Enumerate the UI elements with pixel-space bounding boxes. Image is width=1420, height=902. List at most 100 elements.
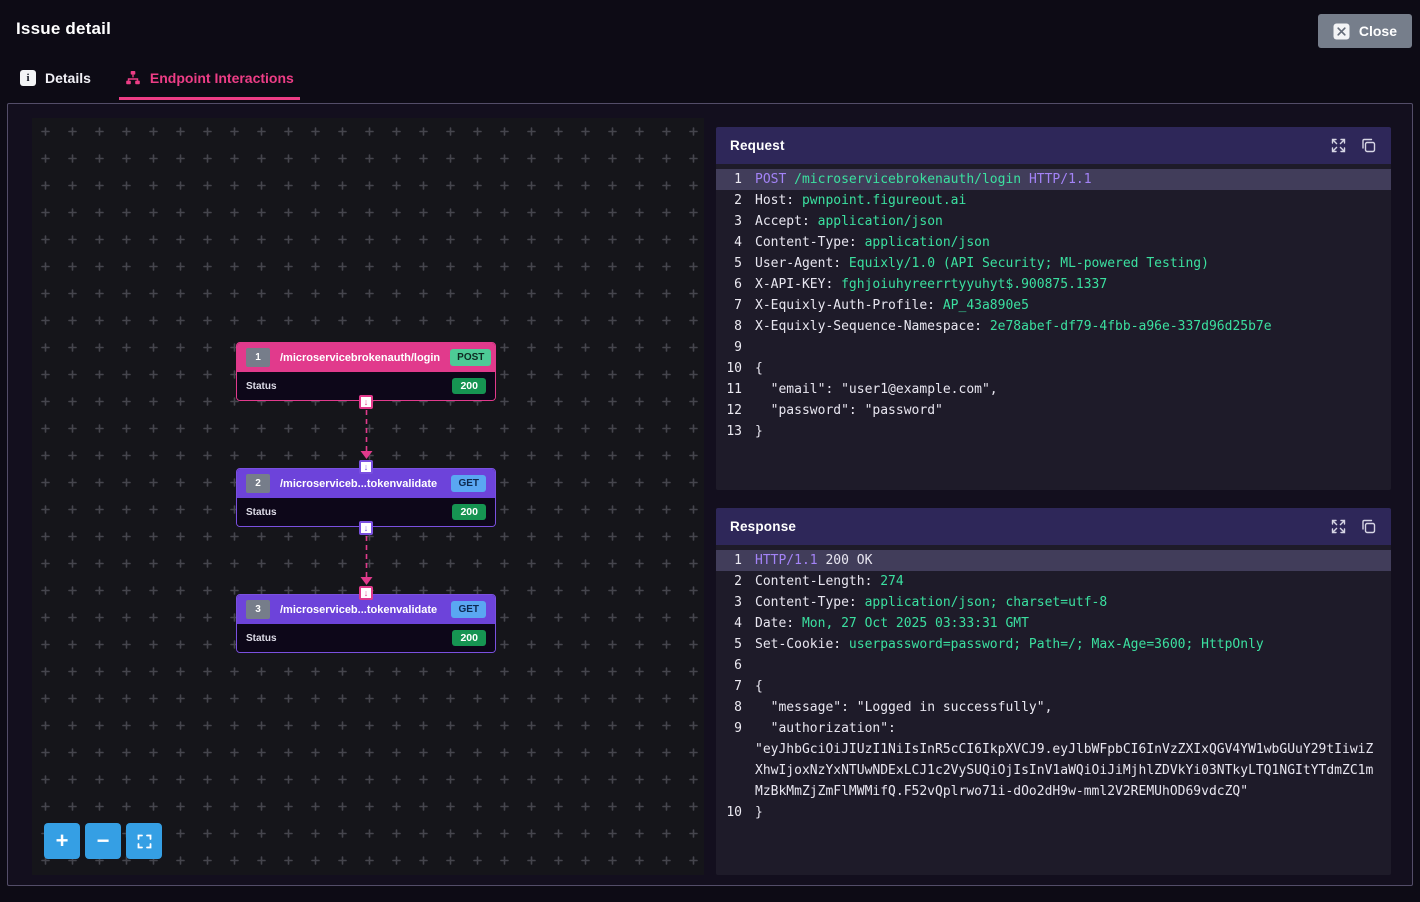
page-title: Issue detail [16, 19, 111, 39]
sitemap-icon [125, 70, 141, 86]
node-header: 1 /microservicebrokenauth/login POST [237, 343, 495, 372]
line-number: 3 [716, 211, 742, 232]
response-code: 1HTTP/1.1 200 OK2Content-Length: 2743Con… [716, 545, 1391, 875]
line-number: 9 [716, 718, 742, 802]
status-label: Status [246, 633, 277, 644]
code-line: 10{ [716, 358, 1391, 379]
line-number: 6 [716, 655, 742, 676]
line-number: 8 [716, 697, 742, 718]
target-handle[interactable]: ↓ [359, 460, 373, 474]
close-button[interactable]: Close [1318, 14, 1412, 48]
method-badge: GET [451, 601, 486, 618]
request-panel-header: Request [716, 127, 1391, 164]
code-line: 7X-Equixly-Auth-Profile: AP_43a890e5 [716, 295, 1391, 316]
request-panel: Request 1POST /microservicebrokenauth/lo… [716, 127, 1391, 490]
line-content [742, 337, 1391, 358]
code-line: 4Content-Type: application/json [716, 232, 1391, 253]
request-code: 1POST /microservicebrokenauth/login HTTP… [716, 164, 1391, 490]
line-number: 7 [716, 295, 742, 316]
line-number: 6 [716, 274, 742, 295]
close-icon [1333, 23, 1350, 40]
node-path: /microservicebrokenauth/login [280, 352, 440, 364]
zoom-out-button[interactable]: − [85, 823, 121, 859]
code-line: 1HTTP/1.1 200 OK [716, 550, 1391, 571]
line-content: Content-Type: application/json; charset=… [742, 592, 1391, 613]
status-label: Status [246, 381, 277, 392]
line-content: Host: pwnpoint.figureout.ai [742, 190, 1391, 211]
line-number: 10 [716, 802, 742, 823]
code-line: 3Content-Type: application/json; charset… [716, 592, 1391, 613]
target-handle[interactable]: ↓ [359, 586, 373, 600]
code-line: 1POST /microservicebrokenauth/login HTTP… [716, 169, 1391, 190]
line-number: 10 [716, 358, 742, 379]
line-content: X-Equixly-Auth-Profile: AP_43a890e5 [742, 295, 1391, 316]
copy-icon [1360, 137, 1377, 154]
line-content: { [742, 676, 1391, 697]
line-number: 2 [716, 190, 742, 211]
status-code-badge: 200 [452, 378, 486, 394]
line-content: Accept: application/json [742, 211, 1391, 232]
code-line: 2Host: pwnpoint.figureout.ai [716, 190, 1391, 211]
line-content [742, 655, 1391, 676]
line-content: "message": "Logged in successfully", [742, 697, 1391, 718]
flow-controls: + − [44, 823, 162, 859]
node-number-badge: 3 [246, 600, 270, 619]
line-content: X-Equixly-Sequence-Namespace: 2e78abef-d… [742, 316, 1391, 337]
arrow-down-icon: ↓ [364, 524, 369, 533]
node-body: Status 200 [237, 624, 495, 652]
flow-node-tokenvalidate-2[interactable]: 3 /microserviceb...tokenvalidate GET Sta… [236, 594, 496, 653]
minus-icon: − [97, 828, 110, 854]
copy-icon [1360, 518, 1377, 535]
node-path: /microserviceb...tokenvalidate [280, 604, 441, 616]
zoom-in-button[interactable]: + [44, 823, 80, 859]
method-badge: GET [451, 475, 486, 492]
line-number: 13 [716, 421, 742, 442]
line-number: 8 [716, 316, 742, 337]
line-number: 12 [716, 400, 742, 421]
code-line: 7{ [716, 676, 1391, 697]
line-content: X-API-KEY: fghjoiuhyreerrtyyuhyt$.900875… [742, 274, 1391, 295]
expand-request-button[interactable] [1330, 137, 1347, 154]
tab-details[interactable]: i Details [14, 66, 97, 100]
fit-view-icon [136, 833, 153, 850]
request-title: Request [730, 138, 785, 153]
line-number: 3 [716, 592, 742, 613]
code-line: 2Content-Length: 274 [716, 571, 1391, 592]
line-number: 1 [716, 550, 742, 571]
expand-response-button[interactable] [1330, 518, 1347, 535]
flow-node-tokenvalidate-1[interactable]: 2 /microserviceb...tokenvalidate GET Sta… [236, 468, 496, 527]
line-number: 2 [716, 571, 742, 592]
source-handle[interactable]: ↓ [359, 521, 373, 535]
code-line: 8 "message": "Logged in successfully", [716, 697, 1391, 718]
line-content: } [742, 802, 1391, 823]
line-content: Set-Cookie: userpassword=password; Path=… [742, 634, 1391, 655]
code-line: 12 "password": "password" [716, 400, 1391, 421]
expand-icon [1330, 137, 1347, 154]
code-line: 9 "authorization": "eyJhbGciOiJIUzI1NiIs… [716, 718, 1391, 802]
node-number-badge: 1 [246, 348, 270, 367]
line-content: "authorization": "eyJhbGciOiJIUzI1NiIsIn… [742, 718, 1391, 802]
tab-endpoint-interactions[interactable]: Endpoint Interactions [119, 66, 300, 100]
arrow-down-icon: ↓ [364, 589, 369, 598]
line-content: } [742, 421, 1391, 442]
status-code-badge: 200 [452, 504, 486, 520]
tab-bar: i Details Endpoint Interactions [14, 66, 300, 100]
copy-response-button[interactable] [1360, 518, 1377, 535]
code-line: 6 [716, 655, 1391, 676]
flow-node-login[interactable]: 1 /microservicebrokenauth/login POST Sta… [236, 342, 496, 401]
line-number: 4 [716, 232, 742, 253]
line-content: HTTP/1.1 200 OK [742, 550, 1391, 571]
response-panel-header: Response [716, 508, 1391, 545]
copy-request-button[interactable] [1360, 137, 1377, 154]
source-handle[interactable]: ↓ [359, 395, 373, 409]
issue-detail-panel: 1 /microservicebrokenauth/login POST Sta… [7, 103, 1413, 886]
code-line: 5User-Agent: Equixly/1.0 (API Security; … [716, 253, 1391, 274]
tab-details-label: Details [45, 70, 91, 86]
line-content: User-Agent: Equixly/1.0 (API Security; M… [742, 253, 1391, 274]
code-line: 4Date: Mon, 27 Oct 2025 03:33:31 GMT [716, 613, 1391, 634]
line-number: 4 [716, 613, 742, 634]
line-content: { [742, 358, 1391, 379]
code-line: 11 "email": "user1@example.com", [716, 379, 1391, 400]
line-number: 7 [716, 676, 742, 697]
fit-view-button[interactable] [126, 823, 162, 859]
